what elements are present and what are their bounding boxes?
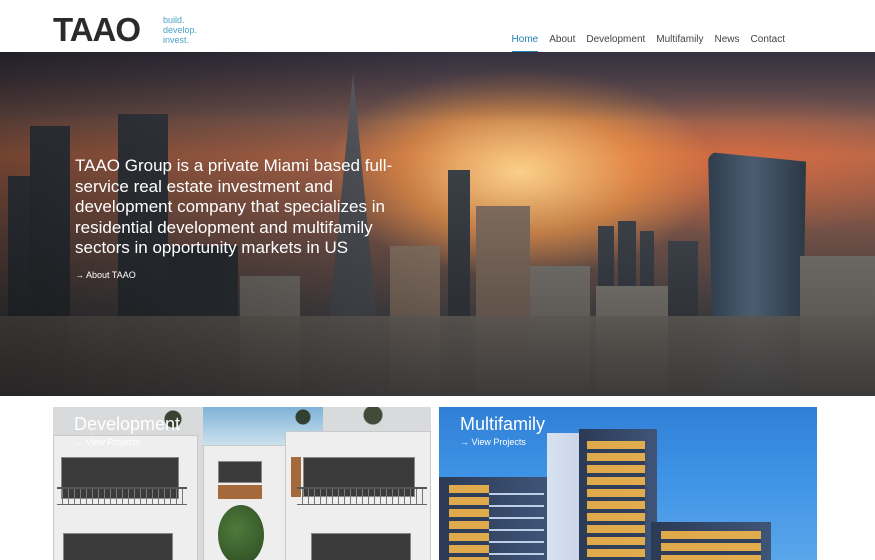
logo-wordmark: TAAO bbox=[53, 11, 141, 48]
nav-item-development[interactable]: Development bbox=[586, 33, 645, 53]
logo-tagline: build. develop. invest. bbox=[163, 15, 197, 45]
development-title: Development bbox=[74, 414, 181, 434]
site-header: TAAO build. develop. invest. Home About … bbox=[0, 0, 875, 53]
nav-item-about[interactable]: About bbox=[549, 33, 575, 53]
dev-cladding bbox=[218, 485, 262, 499]
hero-headline: TAAO Group is a private Miami based full… bbox=[75, 156, 393, 257]
dev-balcony bbox=[57, 487, 187, 505]
nav-item-home[interactable]: Home bbox=[511, 33, 539, 53]
mf-lit-windows bbox=[587, 441, 645, 560]
development-card[interactable]: Development → View Projects bbox=[53, 407, 431, 560]
tagline-line: build. bbox=[163, 15, 185, 25]
development-view-projects-link[interactable]: → View Projects bbox=[74, 436, 140, 448]
multifamily-card[interactable]: Multifamily → View Projects bbox=[439, 407, 817, 560]
nav-item-news[interactable]: News bbox=[715, 33, 740, 53]
hero-banner: TAAO Group is a private Miami based full… bbox=[0, 52, 875, 396]
multifamily-view-projects-link[interactable]: → View Projects bbox=[460, 436, 526, 448]
mf-lit-windows bbox=[661, 531, 761, 560]
mf-lit-windows bbox=[449, 485, 489, 560]
nav-item-multifamily[interactable]: Multifamily bbox=[656, 33, 703, 53]
dev-balcony bbox=[297, 487, 427, 505]
tagline-line: develop. bbox=[163, 25, 198, 35]
tagline-line: invest. bbox=[163, 35, 190, 45]
nav-item-contact[interactable]: Contact bbox=[751, 33, 785, 53]
about-taao-link[interactable]: → About TAAO bbox=[75, 269, 136, 281]
multifamily-title: Multifamily bbox=[460, 414, 546, 434]
dev-window bbox=[63, 533, 173, 560]
mf-balconies bbox=[489, 483, 544, 560]
taao-logo[interactable]: TAAO build. develop. invest. bbox=[53, 12, 203, 48]
dev-window bbox=[218, 461, 262, 483]
main-nav: Home About Development Multifamily News … bbox=[511, 33, 785, 53]
dev-window bbox=[311, 533, 411, 560]
dev-tree bbox=[218, 505, 264, 560]
